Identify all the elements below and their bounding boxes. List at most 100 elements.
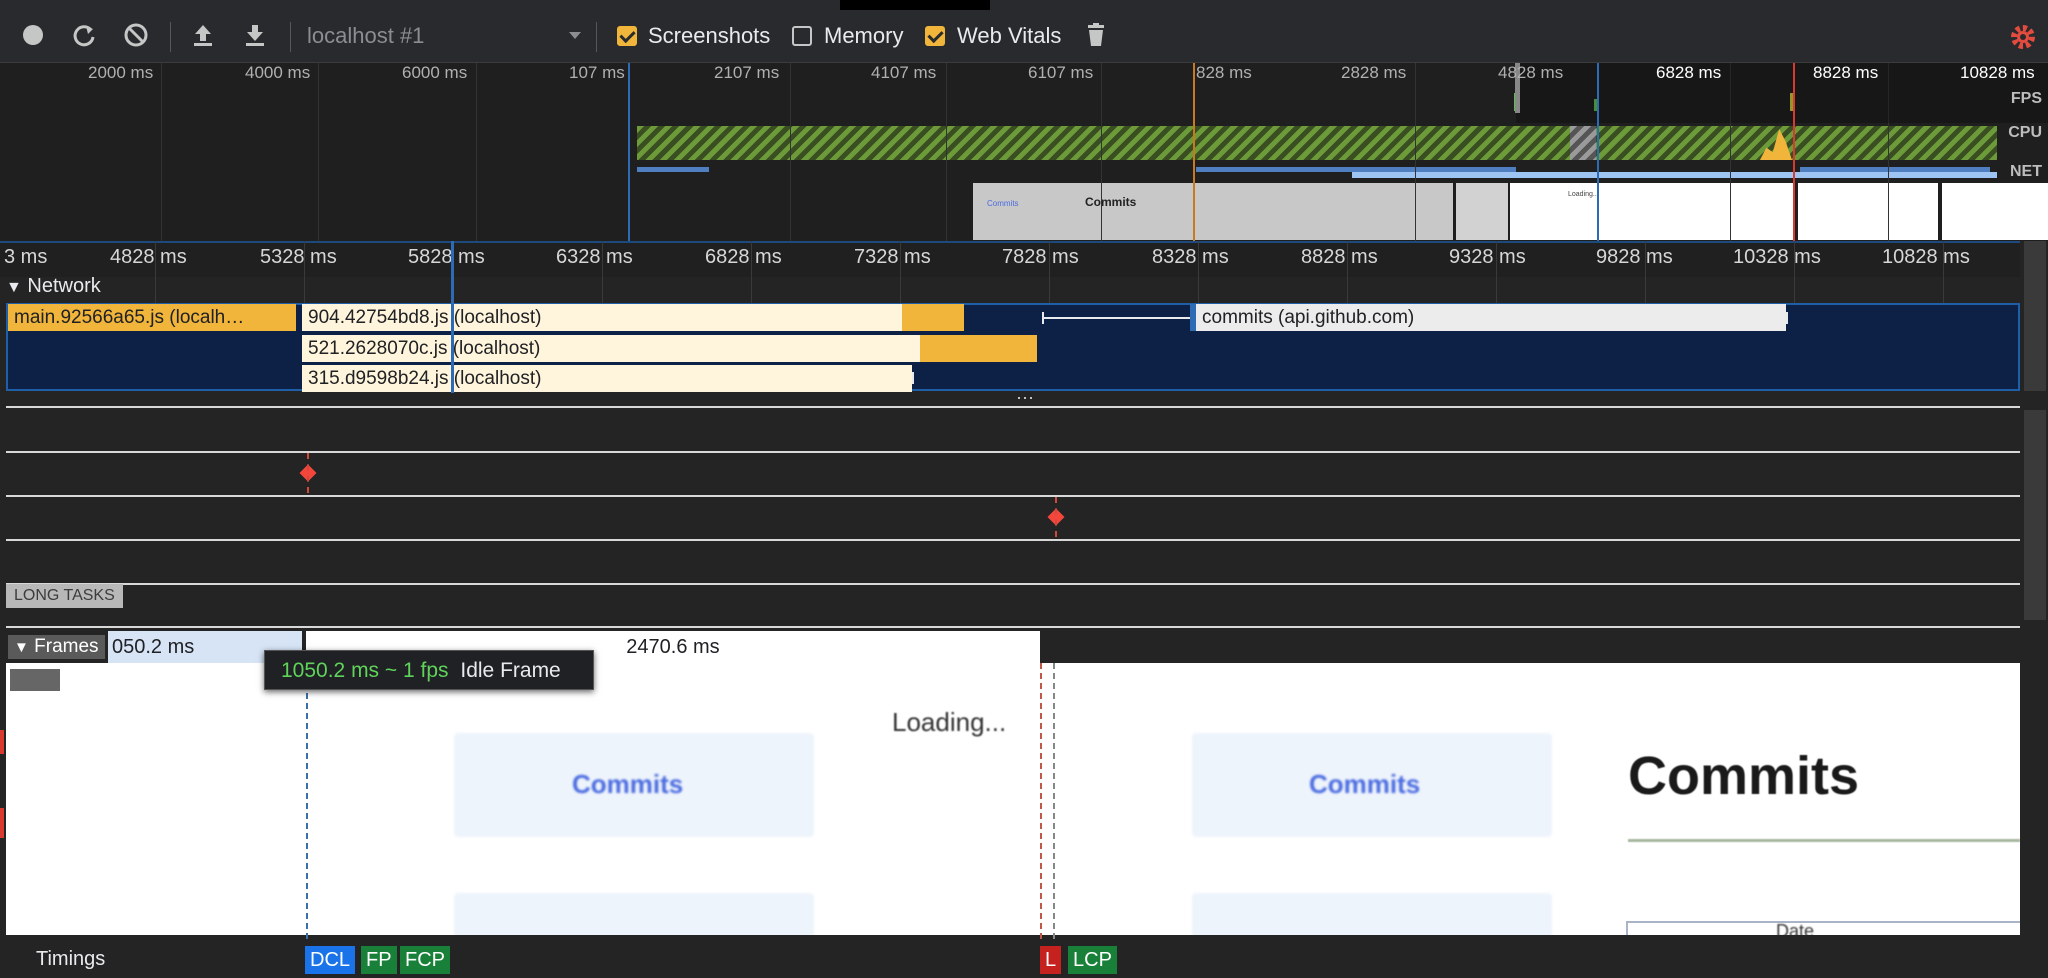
web-vital-dash [1055,497,1057,537]
nav-card [1192,893,1552,935]
nav-link: Commits [1309,769,1421,799]
clear-icon[interactable] [123,22,149,48]
network-track-header[interactable]: ▼ Network [6,275,101,298]
overview-tick: 6828 ms [1656,63,1722,82]
page-heading: Commits [1628,746,1860,806]
timing-marker-load[interactable]: L [1040,946,1062,974]
timing-marker-lcp[interactable]: LCP [1068,946,1117,974]
ruler-tick: 7828 ms [1002,246,1079,268]
net-bar [637,167,709,172]
request-download-segment [920,335,1037,362]
net-track-label: NET [2010,163,2042,180]
ruler-tick: 6828 ms [705,246,782,268]
request-download-segment [902,304,964,331]
request-wait-line [1042,317,1190,319]
ruler-tick: 8828 ms [1301,246,1378,268]
ruler-tick: 8328 ms [1152,246,1229,268]
frame-tooltip: 1050.2 ms ~ 1 fps Idle Frame [264,650,594,690]
ruler-tick: 7328 ms [854,246,931,268]
record-icon[interactable] [20,22,46,48]
time-cursor [451,241,454,393]
overview-gridline [1415,63,1416,241]
overview-gridline [161,63,162,241]
request-end-tick [912,372,914,384]
target-select[interactable]: localhost #1 [307,23,424,49]
long-tasks-label: LONG TASKS [6,584,123,608]
ruler-tick: 5828 ms [408,246,485,268]
overview-gridline [946,63,947,241]
lane-divider [6,406,2020,408]
web-vitals-label[interactable]: Web Vitals [957,23,1061,49]
separator [170,22,171,52]
network-request[interactable]: main.92566a65.js (localh… [8,304,296,331]
table-header [1626,921,2020,935]
cpu-track-label: CPU [2008,124,2042,141]
memory-checkbox[interactable] [792,26,812,46]
fps-track-label: FPS [2010,90,2042,107]
overview-thumbnail: Commits Commits [973,183,1453,240]
thumbnail-loading: Loading... [1568,191,1599,198]
overview-marker-red [1793,63,1795,241]
placeholder-block [10,669,60,691]
overview-gridline [1101,63,1102,241]
overview-marker-blue [628,63,630,241]
network-request[interactable]: 315.d9598b24.js (localhost) [302,365,912,392]
overview-tick: 107 ms [569,63,625,82]
overview-tick: 2828 ms [1341,63,1407,82]
load-line [1040,663,1042,939]
network-request[interactable]: commits (api.github.com) [1190,304,1786,331]
reload-icon[interactable] [71,22,97,48]
timing-marker-fp[interactable]: FP [361,946,397,974]
vertical-scrollbar[interactable] [2024,241,2046,391]
ruler-tick: 10328 ms [1733,246,1821,268]
memory-label[interactable]: Memory [824,23,903,49]
overview-tick: 6107 ms [1028,63,1094,82]
ruler-tick: 6328 ms [556,246,633,268]
screenshots-checkbox[interactable] [617,26,637,46]
frames-track-header[interactable]: ▼ Frames [8,635,105,659]
ruler-tick: 3 ms [4,246,48,268]
network-request[interactable]: 521.2628070c.js (localhost) [302,335,922,362]
collapse-triangle-icon[interactable]: ▼ [14,639,29,656]
web-vitals-checkbox[interactable] [925,26,945,46]
web-vital-dash [307,453,309,493]
lcp-line [1053,663,1055,939]
upload-icon[interactable] [190,22,216,48]
screenshots-label[interactable]: Screenshots [648,23,770,49]
vertical-scrollbar[interactable] [2024,410,2046,620]
thumbnail-title: Commits [1085,195,1137,209]
timings-label: Timings [36,948,106,970]
frame-duration: 2470.6 ms [626,636,720,658]
heading-underline [1628,839,2020,842]
overview-tick: 4000 ms [245,63,311,82]
settings-gear-icon[interactable] [2008,22,2035,49]
collapse-triangle-icon[interactable]: ▼ [6,279,22,296]
dcl-line [306,663,308,939]
overview-marker-blue [1597,63,1599,241]
left-edge-marker [0,808,4,838]
dropdown-icon[interactable] [562,24,588,50]
thumbnail-link: Commits [987,199,1019,208]
lane-divider [6,626,2020,628]
tooltip-fps: 1050.2 ms ~ 1 fps [281,659,449,682]
tooltip-label: Idle Frame [460,659,561,682]
overview-tick: 2107 ms [714,63,780,82]
nav-link: Commits [572,769,684,799]
network-request[interactable]: 904.42754bd8.js (localhost) [302,304,902,331]
frame-duration: 050.2 ms [112,636,195,658]
loading-text: Loading... [892,707,1007,737]
request-wait-tick [1042,312,1044,324]
nav-card [454,893,814,935]
top-strip [840,0,990,10]
screenshots-filmstrip[interactable]: Loading... Commits Commits Commits Date [6,663,2020,935]
ruler-tick: 5328 ms [260,246,337,268]
timing-marker-fcp[interactable]: FCP [400,946,450,974]
trash-icon[interactable] [1083,22,1109,48]
separator [596,22,597,52]
timing-marker-dcl[interactable]: DCL [305,946,356,974]
overview-tick: 4107 ms [871,63,937,82]
overview-tick: 2000 ms [88,63,154,82]
overview-tick: 10828 ms [1960,63,2035,82]
download-icon[interactable] [242,22,268,48]
net-bar [1800,167,1990,172]
